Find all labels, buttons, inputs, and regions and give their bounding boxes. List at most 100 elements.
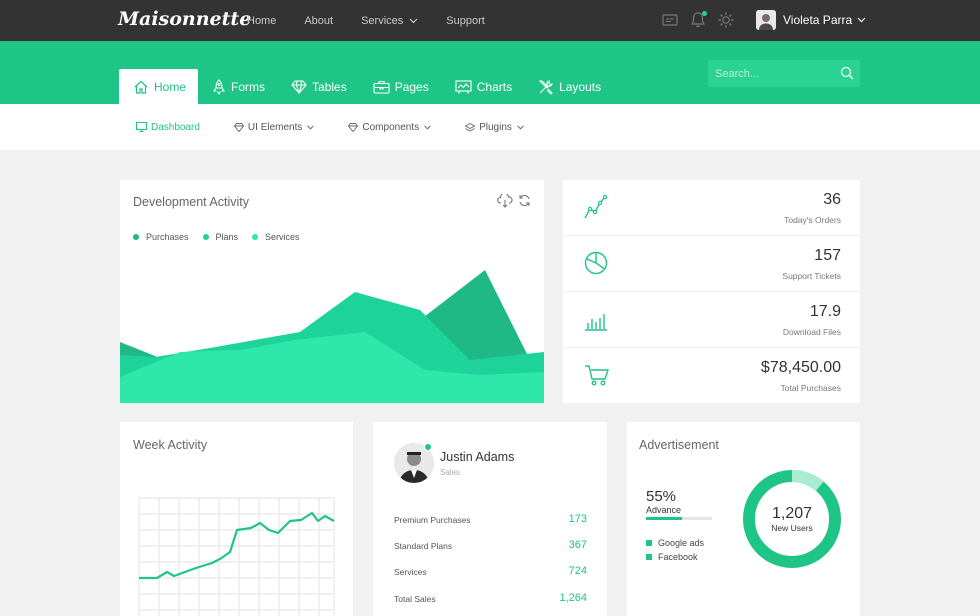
subnav-plugins[interactable]: Plugins	[465, 122, 524, 133]
tab-layouts[interactable]: Layouts	[524, 69, 613, 104]
stat-row-value: 1,264	[559, 592, 587, 604]
stat-label: Support Tickets	[782, 271, 841, 281]
card-title: Development Activity	[133, 195, 250, 209]
donut-value: 1,207	[771, 505, 813, 522]
search-icon[interactable]	[840, 66, 854, 80]
stat-value: 36	[823, 191, 841, 208]
card-actions	[492, 194, 531, 208]
week-activity-card: Week Activity	[120, 422, 353, 616]
legend-item: Purchases	[133, 232, 189, 242]
chevron-down-icon	[424, 124, 431, 130]
tab-pages[interactable]: Pages	[359, 69, 441, 104]
legend-item: Google ads	[646, 538, 704, 548]
legend-label: Purchases	[146, 232, 189, 242]
top-nav-label: Home	[247, 14, 277, 27]
advance-progress-fill	[646, 517, 683, 520]
notification-dot	[702, 11, 707, 16]
stat-row-label: Services	[394, 567, 427, 577]
stat-download-files: 17.9 Download Files	[563, 292, 860, 348]
tab-home[interactable]: Home	[119, 69, 199, 104]
sub-nav-items: Dashboard UI Elements Components Plugins	[136, 104, 558, 150]
user-name: Violeta Parra	[783, 13, 853, 27]
top-bar: Maisonnette Home About Services Support …	[0, 0, 980, 41]
development-activity-chart	[120, 270, 544, 403]
chart-icon	[455, 79, 472, 94]
user-avatar	[756, 10, 776, 30]
stat-support-tickets: 157 Support Tickets	[563, 236, 860, 292]
chat-icon[interactable]	[660, 10, 680, 30]
person-card: Justin Adams Sales Premium Purchases 173…	[373, 422, 607, 616]
tab-label: Layouts	[559, 79, 602, 94]
stat-row-value: 173	[568, 513, 587, 525]
stat-label: Download Files	[782, 327, 841, 337]
legend-item: Facebook	[646, 552, 698, 562]
stat-value: $78,450.00	[760, 359, 841, 376]
gear-icon[interactable]	[716, 10, 736, 30]
stat-row-value: 724	[568, 565, 587, 577]
person-name: Justin Adams	[440, 450, 515, 464]
stat-value: 17.9	[809, 303, 841, 320]
legend-dot	[252, 234, 259, 240]
top-nav-home[interactable]: Home	[247, 15, 276, 27]
tab-label: Charts	[476, 79, 513, 94]
subnav-ui-elements[interactable]: UI Elements	[233, 122, 315, 133]
pie-icon	[584, 251, 608, 275]
cart-icon	[585, 365, 609, 386]
chart-legend: Purchases Plans Services	[133, 232, 314, 242]
tab-label: Home	[154, 79, 187, 94]
online-status-dot	[424, 443, 432, 451]
legend-label: Plans	[215, 232, 239, 242]
legend-item: Services	[252, 232, 300, 242]
refresh-icon[interactable]	[518, 194, 531, 207]
tab-label: Pages	[394, 79, 429, 94]
main-tabs: Home Forms Tables Pages Charts Layouts	[119, 69, 613, 104]
top-nav-about[interactable]: About	[304, 15, 333, 27]
development-activity-card: Development Activity Purchases Plans Ser…	[120, 180, 544, 403]
card-title: Advertisement	[639, 438, 719, 452]
stat-row: Total Sales 1,264	[394, 592, 587, 606]
stat-label: Today's Orders	[784, 215, 841, 225]
rocket-icon	[212, 78, 226, 95]
stat-row: Premium Purchases 173	[394, 513, 587, 527]
advance-percent: 55%	[646, 488, 677, 505]
legend-swatch	[646, 540, 652, 546]
top-nav-label: Services	[361, 14, 404, 27]
tab-label: Forms	[231, 79, 266, 94]
tab-charts[interactable]: Charts	[441, 69, 524, 104]
tab-tables[interactable]: Tables	[277, 69, 359, 104]
search-input[interactable]	[708, 60, 833, 87]
legend-swatch	[646, 554, 652, 560]
advertisement-card: Advertisement 55% Advance Google ads Fac…	[627, 422, 860, 616]
chart-grid	[138, 497, 335, 616]
briefcase-icon	[373, 80, 390, 94]
stat-row-label: Premium Purchases	[394, 515, 471, 525]
bell-icon[interactable]	[688, 10, 708, 30]
advance-label: Advance	[646, 505, 682, 515]
stat-row-value: 367	[568, 539, 587, 551]
donut-label: New Users	[771, 523, 813, 533]
stat-total-purchases: $78,450.00 Total Purchases	[563, 348, 860, 404]
brand-logo[interactable]: Maisonnette	[118, 8, 251, 30]
tools-icon	[538, 79, 553, 95]
subnav-label: Components	[362, 121, 420, 133]
top-nav-support[interactable]: Support	[446, 15, 485, 27]
layers-icon	[465, 122, 476, 132]
user-menu[interactable]: Violeta Parra	[756, 10, 866, 30]
stats-card: 36 Today's Orders 157 Support Tickets 17…	[563, 180, 860, 403]
subnav-label: Plugins	[479, 121, 512, 133]
bar-chart-icon	[585, 314, 607, 331]
subnav-dashboard[interactable]: Dashboard	[136, 122, 200, 133]
chevron-down-icon	[517, 124, 524, 130]
stat-row-label: Total Sales	[394, 594, 436, 604]
top-nav: Home About Services Support	[247, 0, 513, 41]
stat-row-label: Standard Plans	[394, 541, 453, 551]
subnav-components[interactable]: Components	[348, 122, 431, 133]
subnav-label: Dashboard	[151, 121, 200, 133]
stat-label: Total Purchases	[780, 383, 841, 393]
tab-forms[interactable]: Forms	[198, 69, 277, 104]
chevron-down-icon	[307, 124, 315, 130]
top-nav-services[interactable]: Services	[361, 15, 418, 27]
cloud-download-icon[interactable]	[497, 194, 513, 208]
person-role: Sales	[440, 468, 461, 477]
diamond-icon	[233, 122, 244, 132]
